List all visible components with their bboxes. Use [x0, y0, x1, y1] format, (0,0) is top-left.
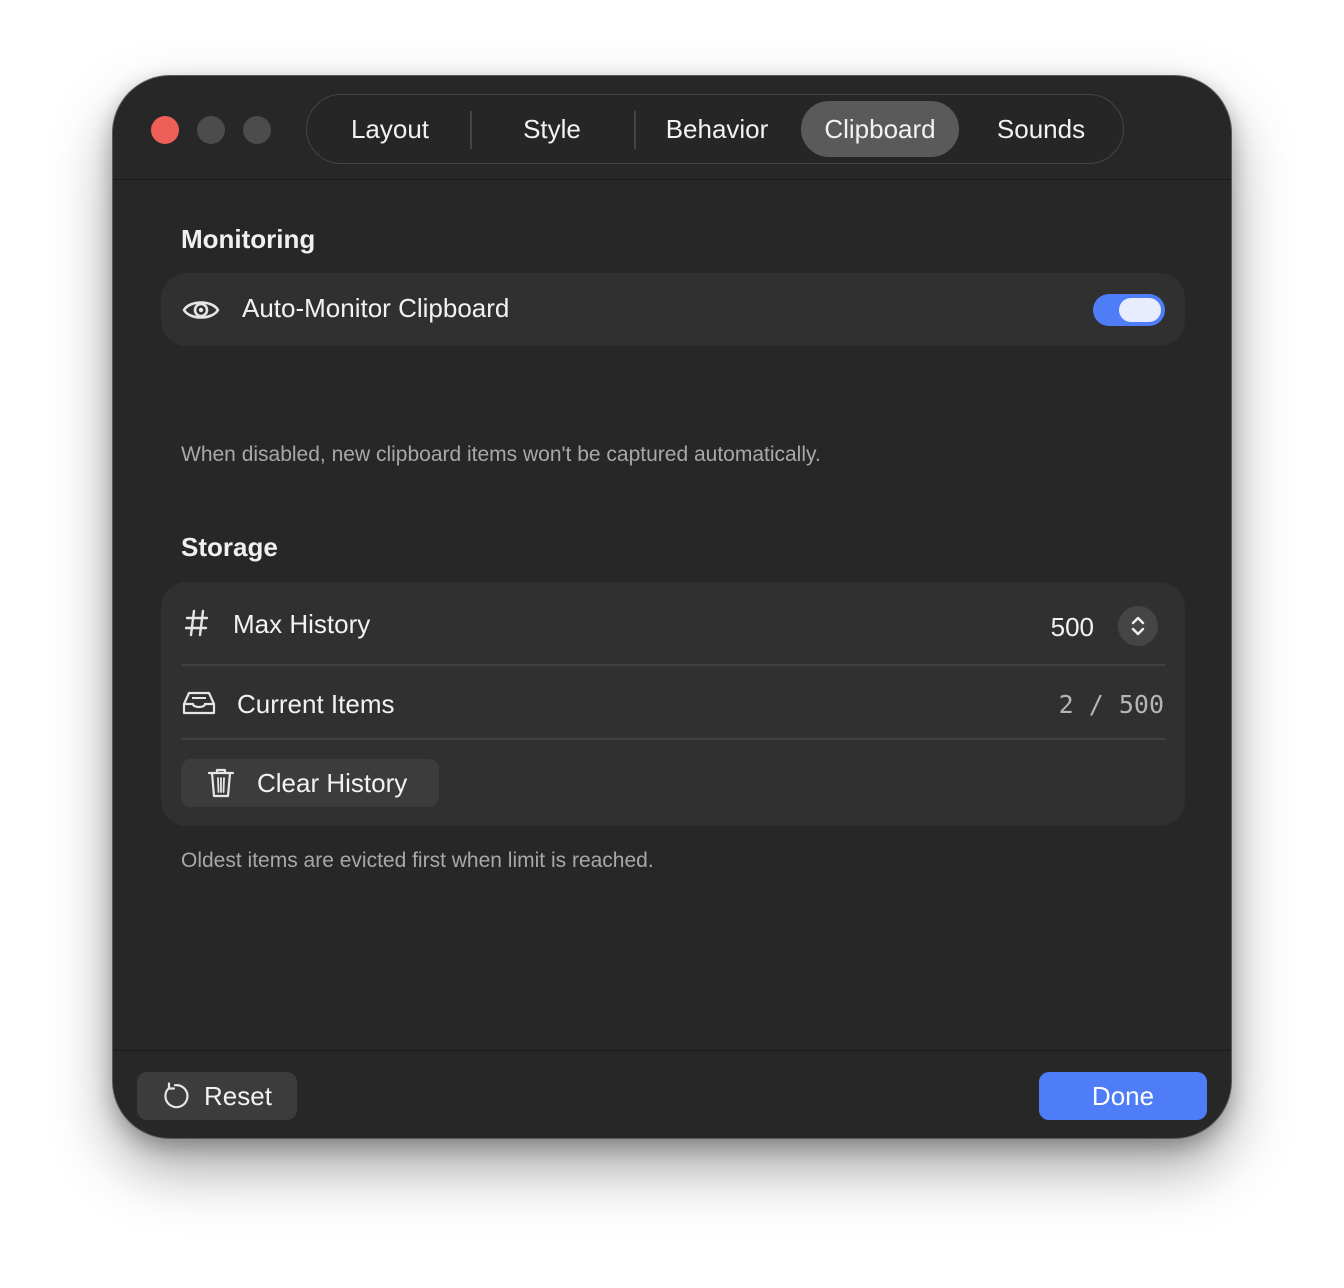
reset-icon	[161, 1082, 189, 1110]
tab-layout[interactable]: Layout	[325, 101, 455, 157]
title-bar: Layout Style Behavior Clipboard Sounds	[113, 76, 1231, 180]
tab-separator	[470, 111, 472, 149]
auto-monitor-toggle[interactable]	[1093, 294, 1165, 326]
auto-monitor-row: Auto-Monitor Clipboard	[161, 273, 1185, 346]
close-window-button[interactable]	[151, 116, 179, 144]
section-title-monitoring: Monitoring	[181, 224, 316, 254]
tab-clipboard[interactable]: Clipboard	[801, 101, 959, 157]
clear-history-label: Clear History	[257, 768, 408, 798]
max-history-stepper[interactable]	[1118, 606, 1158, 646]
row-divider	[181, 738, 1165, 740]
max-history-value[interactable]: 500	[1051, 612, 1094, 643]
toggle-knob	[1119, 298, 1161, 322]
tab-separator	[634, 111, 636, 149]
section-title-storage: Storage	[181, 532, 278, 562]
zoom-window-button[interactable]	[243, 116, 271, 144]
tab-sounds[interactable]: Sounds	[973, 101, 1109, 157]
hash-icon	[185, 609, 209, 637]
storage-card: Max History 500 Current Items 2 / 500 Cl…	[161, 582, 1185, 826]
reset-label: Reset	[204, 1081, 272, 1111]
tab-style[interactable]: Style	[487, 101, 617, 157]
current-items-label: Current Items	[237, 689, 395, 719]
chevron-up-down-icon	[1130, 615, 1146, 637]
trash-icon	[208, 768, 234, 798]
tab-behavior[interactable]: Behavior	[647, 101, 787, 157]
monitoring-hint: When disabled, new clipboard items won't…	[181, 443, 821, 466]
tab-bar: Layout Style Behavior Clipboard Sounds	[306, 94, 1124, 164]
reset-button[interactable]: Reset	[137, 1072, 297, 1120]
current-items-value: 2 / 500	[1058, 690, 1164, 719]
done-button[interactable]: Done	[1039, 1072, 1207, 1120]
footer-bar: Reset Done	[113, 1050, 1231, 1138]
auto-monitor-label: Auto-Monitor Clipboard	[242, 293, 510, 323]
minimize-window-button[interactable]	[197, 116, 225, 144]
monitoring-card: Auto-Monitor Clipboard	[161, 273, 1185, 346]
eye-icon	[182, 296, 220, 324]
tray-icon	[182, 690, 216, 716]
storage-hint: Oldest items are evicted first when limi…	[181, 849, 654, 872]
clear-history-button[interactable]: Clear History	[181, 759, 439, 807]
settings-window: Layout Style Behavior Clipboard Sounds M…	[112, 75, 1232, 1139]
max-history-label: Max History	[233, 609, 371, 639]
current-items-row: Current Items 2 / 500	[161, 665, 1185, 738]
max-history-row: Max History 500	[161, 582, 1185, 664]
